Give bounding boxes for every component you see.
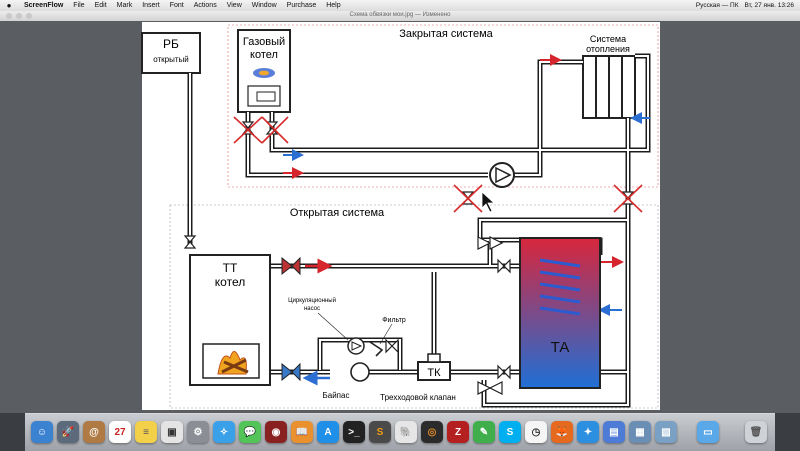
clock-icon[interactable]: ◷ <box>525 421 547 443</box>
launchpad-icon[interactable]: 🚀 <box>57 421 79 443</box>
menu-app-name[interactable]: ScreenFlow <box>24 2 63 9</box>
tt-boiler-label-2: котел <box>215 275 245 289</box>
terminal-icon[interactable]: >_ <box>343 421 365 443</box>
menu-purchase[interactable]: Purchase <box>287 2 317 9</box>
skype-icon[interactable]: S <box>499 421 521 443</box>
bypass-label: Байпас <box>323 391 350 400</box>
closed-system-label: Закрытая система <box>399 28 493 40</box>
status-area: Русская — ПК Вт, 27 янв. 13:26 <box>690 0 794 11</box>
menu-mark[interactable]: Mark <box>117 2 133 9</box>
menu-edit[interactable]: Edit <box>95 2 107 9</box>
trash-icon[interactable]: 🗑 <box>745 421 767 443</box>
tt-boiler-label-1: ТТ <box>223 261 238 275</box>
menu-file[interactable]: File <box>73 2 84 9</box>
input-source[interactable]: Русская — ПК <box>696 2 739 9</box>
dictionary-icon[interactable]: ▤ <box>603 421 625 443</box>
window-title: Схема обвязки мои.jpg — Изменено <box>349 12 451 18</box>
rb-subtitle: открытый <box>153 55 189 64</box>
filter-label: Фильтр <box>382 317 406 324</box>
menu-actions[interactable]: Actions <box>194 2 217 9</box>
tk-label: ТК <box>427 367 441 379</box>
circ-pump-label-2: насос <box>304 306 320 312</box>
gas-boiler-label-1: Газовый <box>243 36 285 48</box>
preview-alt-icon[interactable]: ▦ <box>629 421 651 443</box>
apple-icon[interactable]: ● <box>4 1 14 10</box>
preview-icon[interactable]: ▣ <box>161 421 183 443</box>
sublime-icon[interactable]: S <box>369 421 391 443</box>
dock: ☺ 🚀 @ 27 ≡ ▣ ⚙ ✧ 💬 ◉ 📖 A >_ S 🐘 ◎ Z ✎ S … <box>25 413 775 451</box>
ibooks-icon[interactable]: 📖 <box>291 421 313 443</box>
circ-pump-label-1: Циркуляционный <box>288 297 336 304</box>
safari-alt-icon[interactable]: ✦ <box>577 421 599 443</box>
speakers-icon[interactable]: ◎ <box>421 421 443 443</box>
system-preferences-icon[interactable]: ⚙ <box>187 421 209 443</box>
menu-view[interactable]: View <box>227 2 242 9</box>
menu-window[interactable]: Window <box>252 2 277 9</box>
rb-title: РБ <box>163 37 179 51</box>
evernote-icon[interactable]: ✎ <box>473 421 495 443</box>
heating-system-label-2: отопления <box>586 44 630 54</box>
document-canvas: РБ открытый Газовый котел Закрытая систе… <box>0 21 800 413</box>
filezilla-icon[interactable]: Z <box>447 421 469 443</box>
ta-tank <box>519 237 601 389</box>
bypass-pump-icon <box>350 362 370 382</box>
image-capture-icon[interactable]: ▧ <box>655 421 677 443</box>
messages-icon[interactable]: 💬 <box>239 421 261 443</box>
open-system-label: Открытая система <box>290 207 385 219</box>
contacts-icon[interactable]: @ <box>83 421 105 443</box>
ta-label: ТА <box>551 339 570 356</box>
mamp-icon[interactable]: 🐘 <box>395 421 417 443</box>
photo-booth-icon[interactable]: ◉ <box>265 421 287 443</box>
radiator <box>582 55 636 119</box>
finder-icon[interactable]: ☺ <box>31 421 53 443</box>
heating-diagram: РБ открытый Газовый котел Закрытая систе… <box>141 22 660 410</box>
notes-icon[interactable]: ≡ <box>135 421 157 443</box>
heating-system-label-1: Система <box>590 34 626 44</box>
safari-icon[interactable]: ✧ <box>213 421 235 443</box>
menu-help[interactable]: Help <box>326 2 340 9</box>
gas-boiler-label-2: котел <box>250 49 278 61</box>
clock[interactable]: Вт, 27 янв. 13:26 <box>745 2 794 9</box>
calendar-icon[interactable]: 27 <box>109 421 131 443</box>
app-store-icon[interactable]: A <box>317 421 339 443</box>
menu-font[interactable]: Font <box>170 2 184 9</box>
folder-icon[interactable]: ▭ <box>697 421 719 443</box>
three-way-valve-label: Трехходовой клапан <box>380 393 456 402</box>
menu-insert[interactable]: Insert <box>142 2 160 9</box>
firefox-icon[interactable]: 🦊 <box>551 421 573 443</box>
